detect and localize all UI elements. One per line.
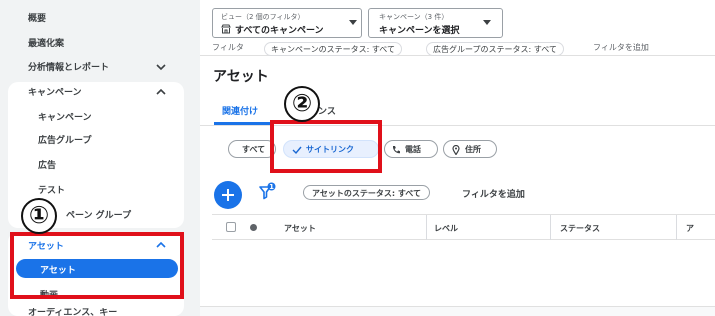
filter-count-badge: 1 (269, 183, 274, 191)
sidebar-subitem-campaigns[interactable]: キャンペーン (38, 110, 92, 123)
tab-performance[interactable]: ンス (318, 104, 336, 117)
chip-all[interactable]: すべて (228, 140, 276, 158)
location-pin-icon (452, 145, 460, 155)
view-dropdown-caption: ビュー（2 個のフィルタ） (221, 13, 305, 21)
sidebar-item-insights-reports[interactable]: 分析情報とレポート (28, 60, 109, 73)
content-footer (200, 306, 715, 316)
sidebar-item-campaigns[interactable]: キャンペーン (28, 85, 82, 98)
campaign-dropdown[interactable]: キャンペーン（3 件） キャンペーンを選択 (368, 8, 503, 38)
sidebar-item-recommendations[interactable]: 最適化案 (28, 36, 64, 49)
column-header-asset[interactable]: アセット (284, 223, 316, 234)
view-dropdown[interactable]: ビュー（2 個のフィルタ） すべてのキャンペーン (212, 8, 362, 38)
chip-phone[interactable]: 電話 (384, 140, 438, 158)
add-filter-button[interactable]: フィルタを追加 (462, 187, 525, 200)
filter-button[interactable]: 1 (258, 182, 278, 202)
page-title: アセット (213, 69, 269, 85)
select-all-checkbox[interactable] (226, 222, 236, 232)
column-header-level[interactable]: レベル (434, 223, 458, 234)
annotation-badge-1: ① (21, 198, 57, 234)
chip-all-label: すべて (242, 145, 266, 154)
filter-chip-asset-status[interactable]: アセットのステータス: すべて (303, 185, 430, 200)
sidebar-subitem-ads[interactable]: 広告 (38, 158, 56, 171)
filter-chip-adgroup-status[interactable]: 広告グループのステータス: すべて (426, 42, 564, 56)
sidebar-subitem-campaign-groups[interactable]: ペーン グループ (66, 208, 131, 221)
table-body (212, 240, 715, 308)
filter-chip-campaign-status[interactable]: キャンペーンのステータス: すべて (264, 42, 402, 56)
chevron-up-icon[interactable] (155, 86, 167, 98)
table-header: アセット レベル ステータス ア (212, 214, 715, 240)
sidebar-item-overview[interactable]: 概要 (28, 11, 46, 24)
annotation-box-assets (10, 232, 184, 299)
chip-phone-label: 電話 (405, 145, 421, 154)
sidebar-subitem-experiments[interactable]: テスト (38, 183, 65, 196)
status-dot-column-icon (250, 224, 257, 231)
filter-label: フィルタ (212, 43, 244, 52)
add-asset-button[interactable] (214, 181, 242, 209)
store-icon (221, 24, 231, 34)
view-dropdown-value: すべてのキャンペーン (235, 26, 324, 36)
chip-address[interactable]: 住所 (443, 140, 497, 158)
sidebar-item-audiences[interactable]: オーディエンス、キー (28, 308, 148, 316)
column-header-status[interactable]: ステータス (560, 223, 600, 234)
sidebar-subitem-ad-groups[interactable]: 広告グループ (38, 133, 91, 146)
annotation-box-sitelinks (270, 120, 382, 173)
column-header-cut[interactable]: ア (686, 223, 694, 234)
phone-icon (392, 146, 400, 154)
tab-associations[interactable]: 関連付け (222, 104, 258, 117)
dropdown-arrow-icon (483, 20, 491, 25)
campaign-dropdown-caption: キャンペーン（3 件） (379, 13, 449, 21)
filter-icon: 1 (259, 182, 276, 200)
add-filter-link[interactable]: フィルタを追加 (593, 42, 649, 56)
chevron-down-icon[interactable] (155, 61, 167, 73)
annotation-badge-2: ② (284, 86, 320, 122)
dropdown-arrow-icon (349, 20, 357, 25)
chip-address-label: 住所 (465, 145, 481, 154)
campaign-dropdown-value: キャンペーンを選択 (379, 26, 460, 36)
